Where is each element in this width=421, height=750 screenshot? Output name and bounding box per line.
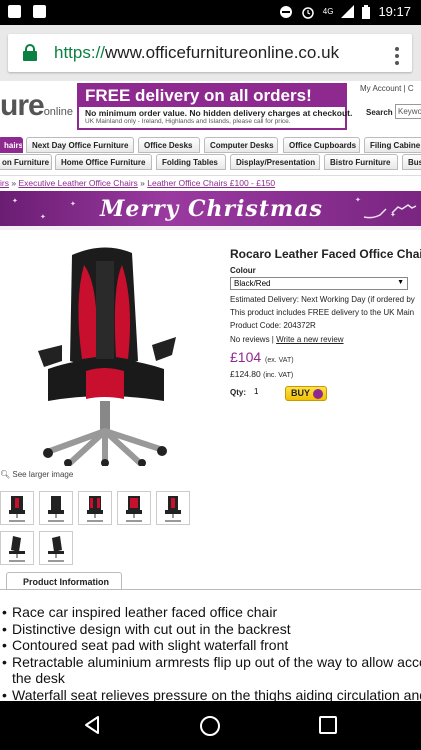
thumbnail-7[interactable]	[39, 531, 73, 565]
thumbnail-4[interactable]	[117, 491, 151, 525]
lock-icon	[23, 44, 37, 61]
snowflake-icon: ✦	[12, 198, 18, 205]
search-label: Search	[366, 108, 393, 117]
address-bar[interactable]: https://www.officefurnitureonline.co.uk	[8, 34, 412, 72]
promo-line-1: No minimum order value. No hidden delive…	[85, 108, 353, 118]
thumbnail-2[interactable]	[39, 491, 73, 525]
breadcrumb-executive-leather[interactable]: Executive Leather Office Chairs	[18, 178, 137, 188]
tab-product-information[interactable]: Product Information	[6, 572, 122, 590]
thumbnail-6[interactable]	[0, 531, 34, 565]
qty-input[interactable]: 1	[252, 387, 274, 399]
snowflake-icon: ✦	[40, 214, 46, 221]
more-icon[interactable]	[395, 46, 399, 66]
tab-reception-furniture[interactable]: on Furniture	[0, 154, 52, 170]
list-item-continuation: the desk	[12, 670, 65, 686]
battery-icon	[362, 4, 371, 19]
price-ex-vat: £104 (ex. VAT)	[230, 349, 294, 365]
site-logo[interactable]: ureonline	[0, 89, 73, 123]
zoom-icon: 🔍︎	[0, 470, 11, 479]
recents-icon[interactable]	[319, 716, 337, 734]
url-text[interactable]: https://www.officefurnitureonline.co.uk	[54, 43, 339, 63]
write-review-link[interactable]: Write a new review	[276, 335, 343, 344]
tab-next-day-office-furniture[interactable]: Next Day Office Furniture	[26, 137, 134, 153]
product-code: Product Code: 204372R	[230, 321, 316, 330]
back-icon[interactable]	[82, 715, 102, 735]
app-notification-icon	[8, 5, 21, 18]
colour-label: Colour	[230, 266, 256, 275]
chevron-down-icon: ▼	[397, 279, 404, 286]
list-item: • Waterfall seat relieves pressure on the…	[2, 686, 421, 702]
tab-office-cupboards[interactable]: Office Cupboards	[283, 137, 360, 153]
thumbnail-3[interactable]	[78, 491, 112, 525]
tab-bistro-furniture[interactable]: Bistro Furniture	[324, 154, 398, 170]
buy-button[interactable]: BUY	[285, 386, 327, 401]
tab-computer-desks[interactable]: Computer Desks	[204, 137, 278, 153]
list-item: • Distinctive design with cut out in the …	[2, 620, 291, 637]
qty-label: Qty:	[230, 388, 246, 397]
home-icon[interactable]	[199, 715, 221, 737]
my-account-link[interactable]: My Account | C	[360, 84, 414, 93]
browser-toolbar: https://www.officefurnitureonline.co.uk	[0, 25, 421, 81]
christmas-banner: ✦ ✦ ✦ ✦ ✦ Merry Christmas	[0, 191, 421, 230]
price-inc-vat: £124.80 (inc. VAT)	[230, 369, 294, 379]
colour-select[interactable]: Black/Red ▼	[230, 277, 408, 290]
thumbnail-5[interactable]	[156, 491, 190, 525]
snowflake-icon: ✦	[355, 197, 361, 204]
tab-business[interactable]: Bus	[402, 154, 421, 170]
promo-title: FREE delivery on all orders!	[79, 85, 345, 107]
office-chair-image	[38, 247, 176, 467]
tab-display-presentation[interactable]: Display/Presentation	[230, 154, 320, 170]
free-delivery-note: This product includes FREE delivery to t…	[230, 308, 415, 317]
tab-folding-tables[interactable]: Folding Tables	[156, 154, 226, 170]
list-item: • Retractable aluminium armrests flip up …	[2, 653, 421, 670]
tab-office-desks[interactable]: Office Desks	[138, 137, 200, 153]
breadcrumb-price-range[interactable]: Leather Office Chairs £100 - £150	[147, 178, 275, 188]
alarm-icon	[302, 6, 314, 19]
promo-line-2: UK Mainland only - Ireland, Highlands an…	[85, 118, 291, 125]
see-larger-image-link[interactable]: 🔍︎ See larger image	[0, 470, 73, 479]
snowflake-icon: ✦	[70, 201, 76, 208]
system-nav-bar	[0, 701, 421, 750]
delivery-estimate: Estimated Delivery: Next Working Day (if…	[230, 295, 415, 304]
status-bar: 4G 19:17	[0, 0, 421, 25]
breadcrumb-chairs[interactable]: irs	[0, 178, 9, 188]
tab-filing-cabinets[interactable]: Filing Cabine	[364, 137, 421, 153]
arrow-icon	[313, 389, 323, 399]
list-item: • Contoured seat pad with slight waterfal…	[2, 637, 289, 653]
clock: 19:17	[378, 4, 411, 19]
product-title: Rocaro Leather Faced Office Chair	[230, 247, 421, 261]
free-delivery-promo[interactable]: FREE delivery on all orders! No minimum …	[77, 83, 353, 130]
banner-text: Merry Christmas	[100, 196, 323, 222]
snow-strip	[0, 226, 421, 230]
product-image[interactable]	[0, 241, 215, 467]
divider	[0, 589, 421, 590]
search-input[interactable]: Keywo	[395, 104, 421, 119]
app-notification-icon-2	[33, 5, 46, 18]
network-type: 4G	[322, 7, 334, 16]
signal-icon	[341, 5, 355, 18]
list-item: • Race car inspired leather faced office …	[2, 604, 278, 620]
tab-chairs[interactable]: hairs	[0, 137, 23, 153]
product-features-list: • Race car inspired leather faced office …	[2, 604, 421, 701]
breadcrumb: irs » Executive Leather Office Chairs » …	[0, 175, 421, 189]
category-nav-row-2: on Furniture Home Office Furniture Foldi…	[0, 154, 421, 171]
web-page: ureonline FREE delivery on all orders! N…	[0, 81, 421, 701]
block-icon	[279, 5, 292, 18]
tab-home-office-furniture[interactable]: Home Office Furniture	[55, 154, 152, 170]
reviews-line: No reviews | Write a new review	[230, 335, 344, 344]
category-nav-row-1: hairs Next Day Office Furniture Office D…	[0, 137, 421, 154]
thumbnail-1[interactable]	[0, 491, 34, 525]
sleigh-icon	[363, 204, 417, 219]
